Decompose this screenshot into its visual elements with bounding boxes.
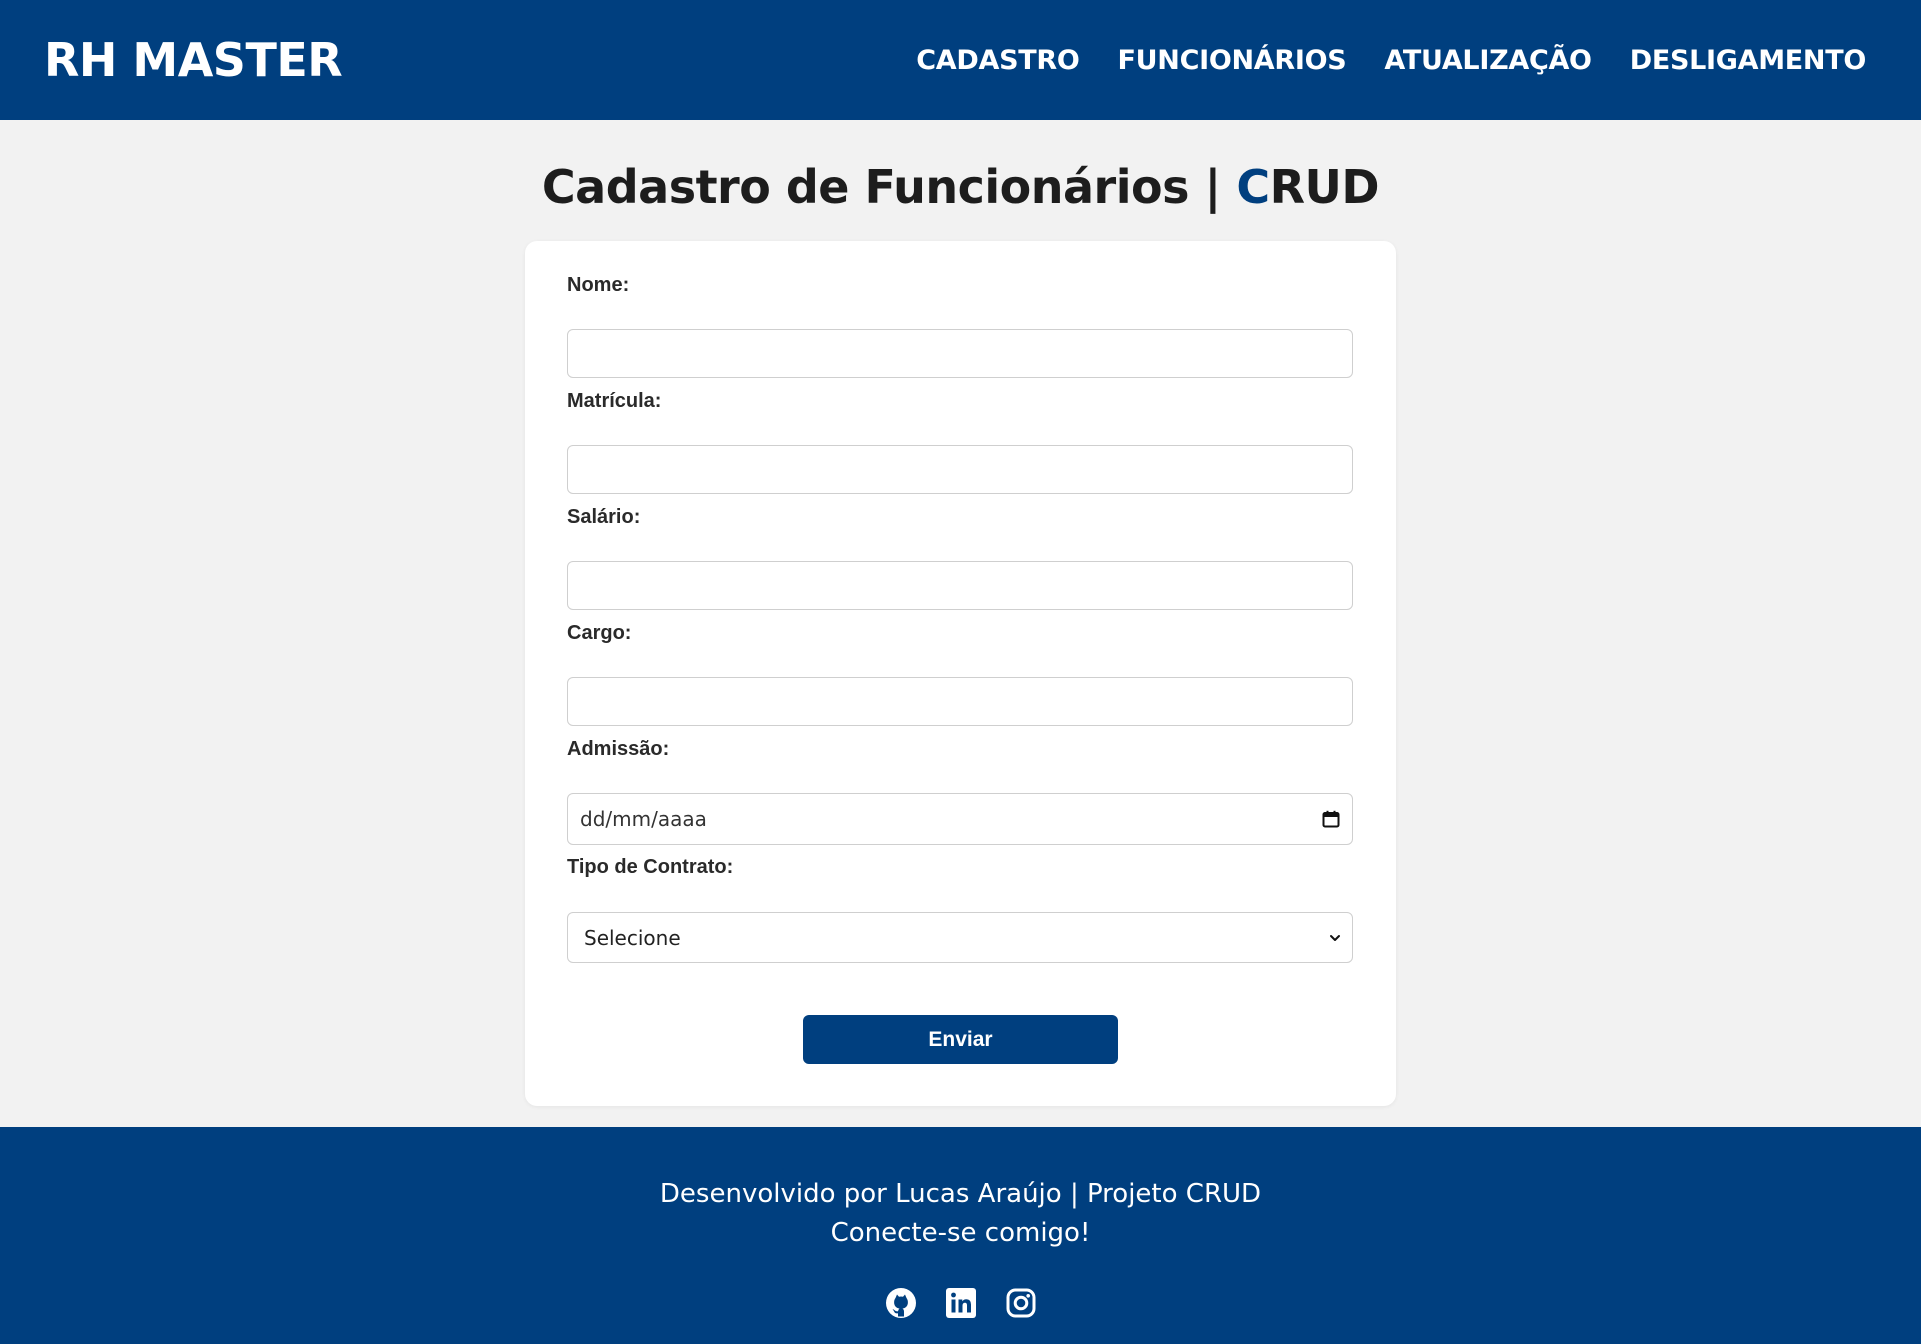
nav-link-desligamento[interactable]: DESLIGAMENTO xyxy=(1630,45,1867,76)
admissao-label: Admissão: xyxy=(567,738,670,760)
page-title: Cadastro de Funcionários | CRUD xyxy=(0,160,1921,214)
footer-credits: Desenvolvido por Lucas Araújo | Projeto … xyxy=(659,1179,1262,1209)
main-nav: CADASTRO FUNCIONÁRIOS ATUALIZAÇÃO DESLIG… xyxy=(916,45,1866,76)
page-title-accent: C xyxy=(1236,160,1270,214)
page-title-rest: RUD xyxy=(1269,160,1380,214)
linkedin-icon[interactable] xyxy=(945,1287,977,1319)
contrato-selected-value: Selecione xyxy=(584,925,681,950)
nome-label: Nome: xyxy=(567,274,630,296)
footer-connect: Conecte-se comigo! xyxy=(830,1218,1091,1248)
github-icon[interactable] xyxy=(885,1287,917,1319)
page-title-main: Cadastro de Funcionários | xyxy=(541,160,1237,214)
cargo-input[interactable] xyxy=(567,677,1353,726)
instagram-icon[interactable] xyxy=(1005,1287,1037,1319)
nav-link-cadastro[interactable]: CADASTRO xyxy=(916,45,1080,76)
matricula-input[interactable] xyxy=(567,445,1353,494)
date-placeholder: dd/mm/aaaa xyxy=(580,807,707,831)
submit-button[interactable]: Enviar xyxy=(803,1015,1118,1064)
contrato-label: Tipo de Contrato: xyxy=(567,856,734,878)
nav-link-atualizacao[interactable]: ATUALIZAÇÃO xyxy=(1384,45,1592,76)
matricula-label: Matrícula: xyxy=(567,390,662,412)
calendar-icon[interactable] xyxy=(1322,810,1340,828)
nome-input[interactable] xyxy=(567,329,1353,378)
admissao-date-input[interactable]: dd/mm/aaaa xyxy=(567,793,1353,845)
cargo-label: Cargo: xyxy=(567,622,632,644)
registration-form: Nome: Matrícula: Salário: Cargo: Admissã… xyxy=(525,241,1396,1106)
contrato-select[interactable]: Selecione xyxy=(567,912,1353,963)
footer: Desenvolvido por Lucas Araújo | Projeto … xyxy=(0,1127,1921,1344)
nav-link-funcionarios[interactable]: FUNCIONÁRIOS xyxy=(1118,45,1347,76)
chevron-down-icon xyxy=(1330,934,1340,941)
social-links xyxy=(0,1287,1921,1319)
brand-logo[interactable]: RH MASTER xyxy=(44,33,343,87)
salario-label: Salário: xyxy=(567,506,641,528)
top-navbar: RH MASTER CADASTRO FUNCIONÁRIOS ATUALIZA… xyxy=(0,0,1921,120)
salario-input[interactable] xyxy=(567,561,1353,610)
